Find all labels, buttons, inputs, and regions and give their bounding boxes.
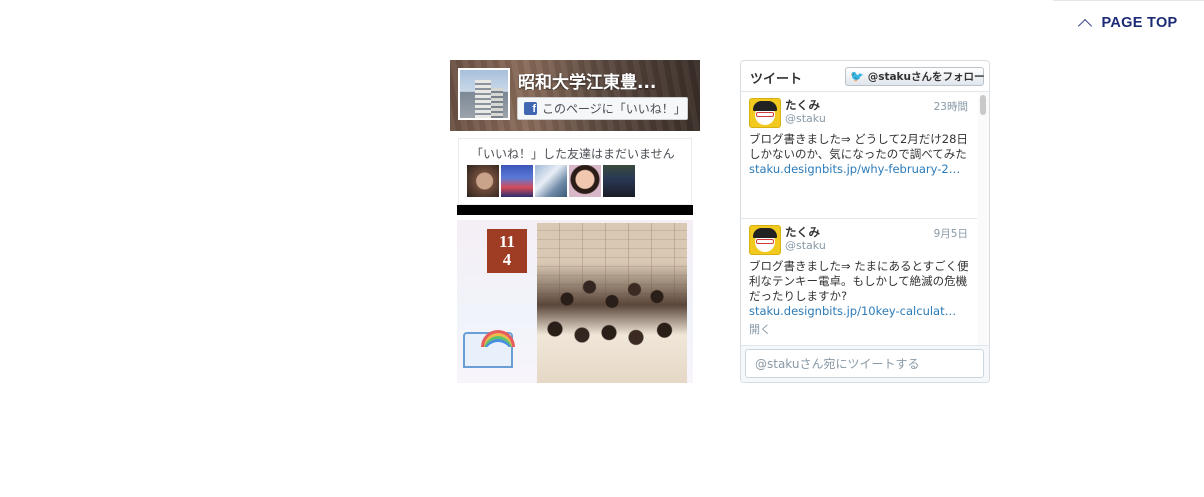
facebook-like-button[interactable]: f このページに「いいね！」 bbox=[517, 97, 688, 120]
facebook-f-icon: f bbox=[524, 102, 537, 115]
facebook-post-header-bar bbox=[457, 205, 693, 215]
tweet-author-name[interactable]: たくみ bbox=[785, 97, 820, 113]
tweet-body: ブログ書きました⇒ たまにあるとすごく便利なテンキー電卓。もしかして絶滅の危機だ… bbox=[749, 259, 969, 337]
fan-avatar[interactable] bbox=[467, 165, 499, 197]
facebook-post-image[interactable]: 11 4 bbox=[457, 220, 693, 383]
facebook-friends-text: 「いいね！」した友達はまだいません bbox=[471, 147, 675, 161]
tweet-reply-input[interactable] bbox=[745, 349, 984, 378]
facebook-page-profile-picture[interactable] bbox=[458, 68, 510, 120]
tweet-text: ブログ書きました⇒ たまにあるとすごく便利なテンキー電卓。もしかして絶滅の危機だ… bbox=[749, 259, 969, 303]
tweet-author-handle[interactable]: @staku bbox=[785, 239, 826, 252]
tweet-author-handle[interactable]: @staku bbox=[785, 112, 826, 125]
tweet-list[interactable]: たくみ @staku 23時間 ブログ書きました⇒ どうして2月だけ28日しかな… bbox=[741, 92, 977, 346]
twitter-timeline-widget: ツイート 🐦 @stakuさんをフォロー たくみ @staku 23時間 ブログ… bbox=[740, 60, 990, 383]
scrollbar-thumb[interactable] bbox=[980, 95, 986, 115]
timeline-scrollbar[interactable] bbox=[978, 92, 989, 346]
chevron-up-icon bbox=[1077, 18, 1092, 34]
post-date-day: 4 bbox=[502, 250, 512, 269]
tweet-author-name[interactable]: たくみ bbox=[785, 224, 820, 240]
tweet-timestamp[interactable]: 23時間 bbox=[934, 99, 968, 114]
fan-avatar[interactable] bbox=[603, 165, 635, 197]
fan-avatar[interactable] bbox=[501, 165, 533, 197]
twitter-widget-header: ツイート 🐦 @stakuさんをフォロー bbox=[741, 61, 989, 92]
tweet-expand-link[interactable]: 開く bbox=[749, 322, 969, 337]
facebook-page-name[interactable]: 昭和大学江東豊... bbox=[518, 68, 696, 90]
tweet-link[interactable]: staku.designbits.jp/why-february-2… bbox=[749, 162, 969, 177]
tweet-body: ブログ書きました⇒ どうして2月だけ28日しかないのか、気になったので調べてみた… bbox=[749, 132, 969, 177]
tweet-text: ブログ書きました⇒ どうして2月だけ28日しかないのか、気になったので調べてみた bbox=[749, 132, 968, 161]
tweet-link[interactable]: staku.designbits.jp/10key-calculat… bbox=[749, 304, 969, 319]
tweet-timestamp[interactable]: 9月5日 bbox=[934, 226, 968, 241]
page-top-link[interactable]: PAGE TOP bbox=[1053, 0, 1204, 45]
facebook-friends-panel: 「いいね！」した友達はまだいません bbox=[458, 138, 692, 205]
twitter-follow-button[interactable]: 🐦 @stakuさんをフォロー bbox=[845, 67, 985, 86]
twitter-bird-icon: 🐦 bbox=[850, 70, 864, 83]
tweet-item[interactable]: たくみ @staku 9月5日 ブログ書きました⇒ たまにあるとすごく便利なテン… bbox=[741, 219, 977, 346]
fan-avatar[interactable] bbox=[535, 165, 567, 197]
user-avatar[interactable] bbox=[749, 225, 781, 255]
page-top-label: PAGE TOP bbox=[1101, 15, 1178, 31]
facebook-like-label: このページに「いいね！」 bbox=[542, 102, 686, 116]
tweet-item[interactable]: たくみ @staku 23時間 ブログ書きました⇒ どうして2月だけ28日しかな… bbox=[741, 92, 977, 219]
fan-avatar[interactable] bbox=[569, 165, 601, 197]
twitter-follow-label: @stakuさんをフォロー bbox=[867, 71, 985, 83]
user-avatar[interactable] bbox=[749, 98, 781, 128]
post-date-month: 11 bbox=[498, 232, 516, 251]
post-date-badge: 11 4 bbox=[487, 229, 527, 273]
facebook-page-widget: 昭和大学江東豊... f このページに「いいね！」 「いいね！」した友達はまだい… bbox=[450, 60, 700, 383]
twitter-widget-footer bbox=[741, 345, 989, 382]
twitter-widget-title: ツイート bbox=[750, 72, 803, 87]
group-photo bbox=[537, 223, 687, 383]
